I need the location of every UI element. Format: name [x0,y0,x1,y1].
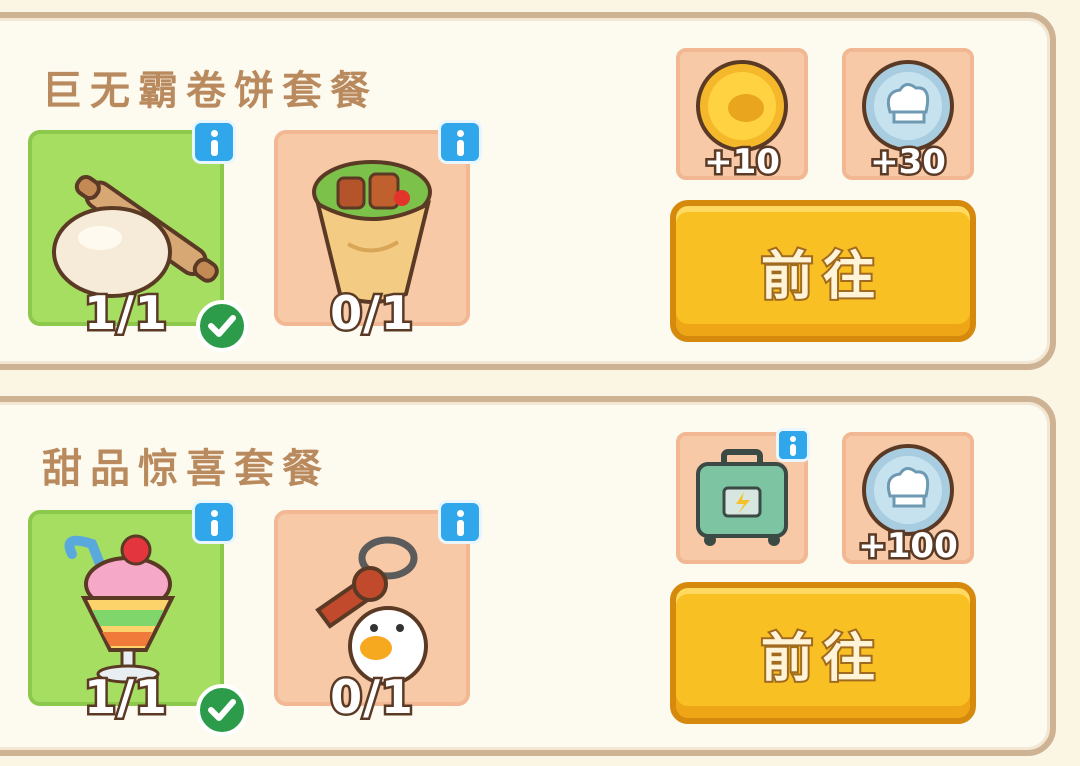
task-card-dessert-set: 甜品惊喜套餐 1/1 0/1 +100 前往 [0,396,1056,756]
reward-chef-coin: +100 [842,432,974,569]
progress-count: 1/1 [82,668,170,727]
progress-count: 0/1 [328,668,416,727]
info-button[interactable] [192,120,236,164]
reward-amount: +100 [856,524,960,569]
reward-energy-suitcase[interactable] [676,428,810,564]
go-button[interactable]: 前往 [670,200,976,342]
go-button[interactable]: 前往 [670,582,976,724]
checkmark-icon [196,684,248,736]
info-button[interactable] [776,428,810,462]
checkmark-icon [196,300,248,352]
info-button[interactable] [438,500,482,544]
info-button[interactable] [438,120,482,164]
reward-amount: +30 [868,140,949,185]
reward-amount: +10 [702,140,783,185]
progress-count: 1/1 [82,284,170,343]
reward-chef-coin: +30 [842,48,974,185]
task-title: 甜品惊喜套餐 [42,446,330,492]
reward-gold-coin: +10 [676,48,808,185]
go-button-label: 前往 [759,245,885,309]
task-card-burrito-set: 巨无霸卷饼套餐 1/1 0/1 +10 +30 前往 [0,12,1056,370]
info-button[interactable] [192,500,236,544]
progress-count: 0/1 [328,284,416,343]
task-title: 巨无霸卷饼套餐 [42,68,378,114]
go-button-label: 前往 [759,627,885,691]
